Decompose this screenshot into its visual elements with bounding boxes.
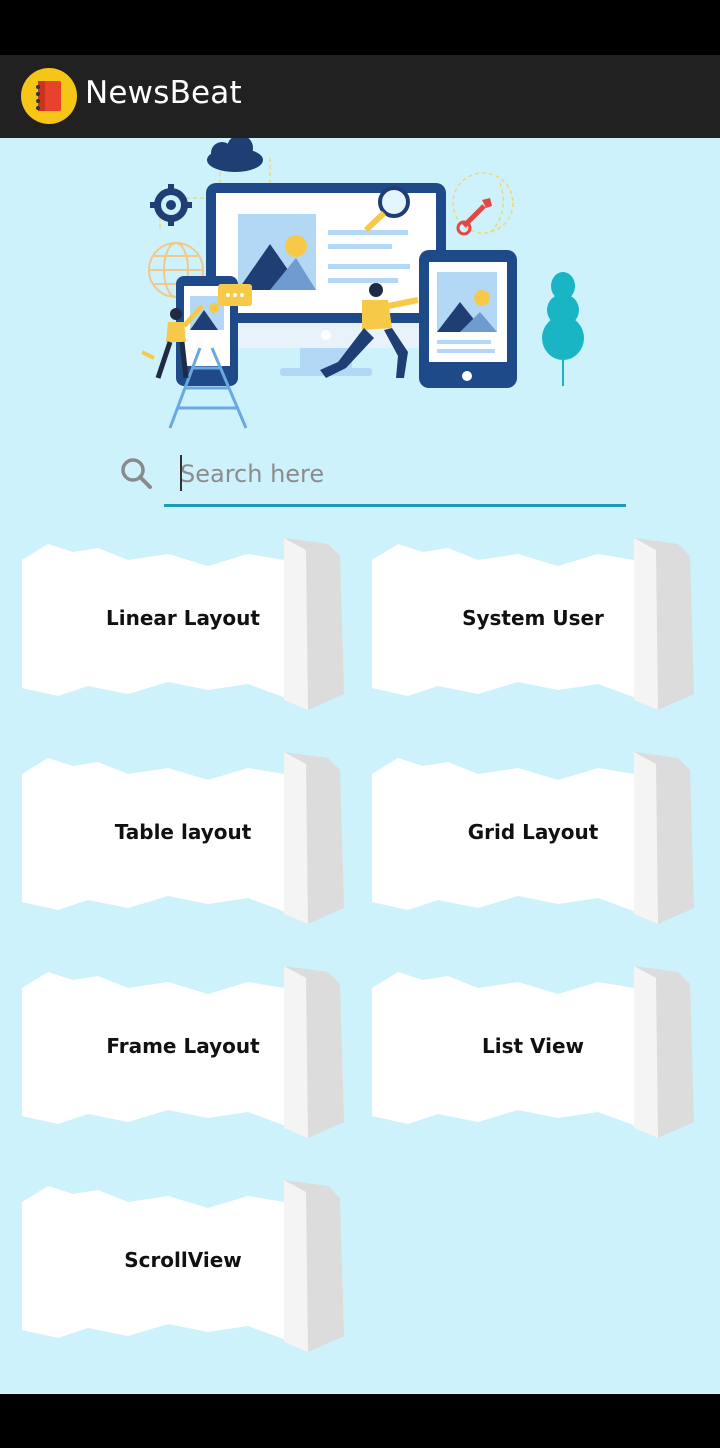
card-grid-layout[interactable]: Grid Layout	[368, 744, 710, 934]
search-bar	[110, 443, 630, 513]
card-table-layout[interactable]: Table layout	[18, 744, 360, 934]
app-title: NewsBeat	[85, 75, 242, 111]
search-input[interactable]	[164, 443, 626, 507]
hero-illustration	[130, 138, 600, 433]
search-icon[interactable]	[118, 455, 158, 495]
card-linear-layout[interactable]: Linear Layout	[18, 530, 360, 720]
card-frame-layout[interactable]: Frame Layout	[18, 958, 360, 1148]
card-label: Grid Layout	[467, 820, 599, 844]
card-label: System User	[462, 606, 604, 630]
gear-icon	[150, 184, 192, 226]
card-scrollview[interactable]: ScrollView	[18, 1172, 360, 1362]
card-label: Table layout	[114, 820, 252, 844]
card-label: Frame Layout	[106, 1034, 260, 1058]
notebook-icon	[21, 68, 77, 124]
main-content: Linear Layout System User Table layout G…	[0, 138, 720, 1394]
card-label: List View	[481, 1034, 585, 1058]
status-bar	[0, 0, 720, 55]
navigation-bar	[0, 1394, 720, 1448]
card-list-view[interactable]: List View	[368, 958, 710, 1148]
card-system-user[interactable]: System User	[368, 530, 710, 720]
cloud-icon	[207, 138, 263, 172]
wrench-icon	[452, 172, 514, 236]
card-label: Linear Layout	[106, 606, 260, 630]
tree-icon	[542, 272, 584, 386]
text-caret	[180, 455, 182, 491]
card-label: ScrollView	[124, 1248, 242, 1272]
app-bar: NewsBeat	[0, 55, 720, 138]
